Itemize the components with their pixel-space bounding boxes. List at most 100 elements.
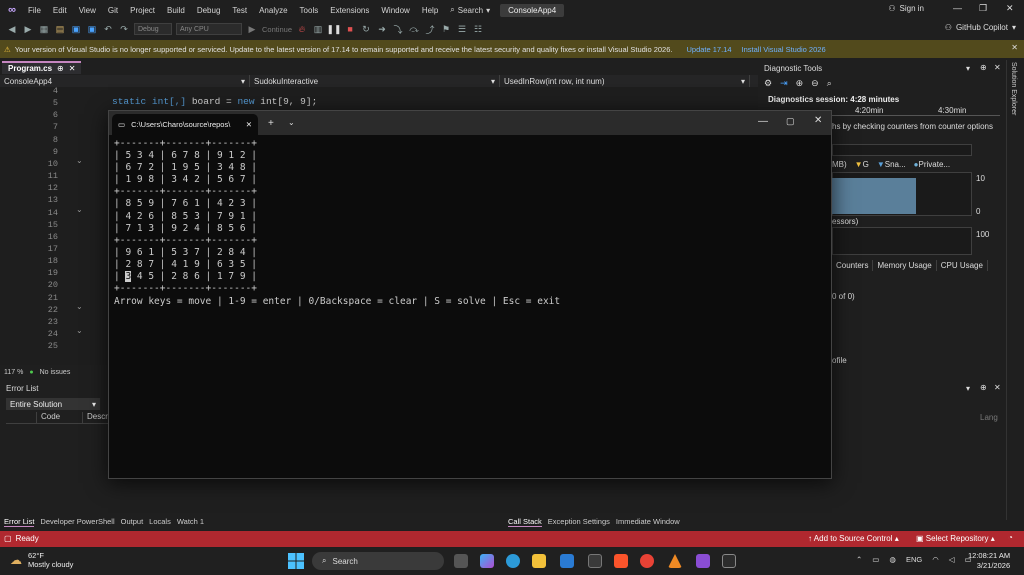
new-tab-icon[interactable]: + xyxy=(268,118,274,129)
close-icon[interactable]: ✕ xyxy=(814,115,822,126)
menu-extensions[interactable]: Extensions xyxy=(324,6,375,15)
forward-icon[interactable]: ▶ xyxy=(22,23,34,35)
tab-developer-powershell[interactable]: Developer PowerShell xyxy=(40,517,114,527)
uncomment-icon[interactable]: ☷ xyxy=(472,23,484,35)
export-icon[interactable]: ⇥ xyxy=(780,78,788,89)
column-code[interactable]: Code xyxy=(36,412,82,423)
terminal-icon[interactable] xyxy=(722,554,736,568)
tab-exception-settings[interactable]: Exception Settings xyxy=(548,517,610,527)
minimize-icon[interactable]: — xyxy=(758,116,768,127)
menu-debug[interactable]: Debug xyxy=(191,6,227,15)
browser-link-icon[interactable]: ▥ xyxy=(312,23,324,35)
pin-icon[interactable]: ⊕ xyxy=(980,383,987,392)
weather-widget[interactable]: ☁ 62°F Mostly cloudy xyxy=(10,551,73,569)
windows-start-icon[interactable] xyxy=(288,553,304,569)
menu-help[interactable]: Help xyxy=(416,6,444,15)
step-into-icon[interactable]: ⤵ xyxy=(392,23,404,35)
github-copilot-button[interactable]: ⚇ GitHub Copilot ▾ xyxy=(945,23,1016,32)
hot-reload-icon[interactable]: 🔥︎ xyxy=(296,23,308,35)
close-icon[interactable]: ✕ xyxy=(1006,3,1014,14)
chevron-down-icon[interactable]: ⌄ xyxy=(288,118,295,127)
class-dropdown[interactable]: SudokuInteractive ▾ xyxy=(250,75,500,87)
collapse-icon[interactable]: ⌄ xyxy=(76,326,83,335)
visual-studio-icon[interactable] xyxy=(696,554,710,568)
menu-project[interactable]: Project xyxy=(124,6,161,15)
close-icon[interactable]: ✕ xyxy=(69,64,76,73)
tab-error-list[interactable]: Error List xyxy=(4,517,35,527)
volume-icon[interactable]: ◁ xyxy=(949,555,955,564)
language-indicator[interactable]: ENG xyxy=(906,555,922,564)
notification-bell-icon[interactable]: ◔ xyxy=(1008,533,1013,542)
pin-icon[interactable]: ⊕ xyxy=(980,63,987,72)
save-icon[interactable]: ▣ xyxy=(70,23,82,35)
new-project-icon[interactable]: ▦ xyxy=(38,23,50,35)
undo-icon[interactable]: ↶ xyxy=(102,23,114,35)
menu-edit[interactable]: Edit xyxy=(47,6,73,15)
zoom-in-icon[interactable]: ⊕ xyxy=(796,78,804,89)
copilot-app-icon[interactable] xyxy=(480,554,494,568)
sudoku-board[interactable]: +-------+-------+-------+ | 5 3 4 | 6 7 8… xyxy=(114,138,257,295)
back-icon[interactable]: ◀ xyxy=(6,23,18,35)
menu-file[interactable]: File xyxy=(22,6,47,15)
save-all-icon[interactable]: ▣ xyxy=(86,23,98,35)
step-out-icon[interactable]: ⤴ xyxy=(424,23,436,35)
task-view-icon[interactable] xyxy=(454,554,468,568)
store-icon[interactable] xyxy=(588,554,602,568)
show-next-statement-icon[interactable]: ➜ xyxy=(376,23,388,35)
menu-git[interactable]: Git xyxy=(102,6,124,15)
brave-icon[interactable] xyxy=(614,554,628,568)
collapse-icon[interactable]: ⌄ xyxy=(76,302,83,311)
search-box[interactable]: ⌕ Search ▾ xyxy=(444,5,496,15)
chevron-up-icon[interactable]: ⌃ xyxy=(856,555,862,564)
menu-analyze[interactable]: Analyze xyxy=(253,6,293,15)
bookmark-icon[interactable]: ⚑ xyxy=(440,23,452,35)
configuration-select[interactable]: Debug xyxy=(134,23,172,35)
select-repository-button[interactable]: ▣ Select Repository ▴ xyxy=(916,534,995,543)
comment-icon[interactable]: ☰ xyxy=(456,23,468,35)
menu-view[interactable]: View xyxy=(73,6,102,15)
zoom-out-icon[interactable]: ⊖ xyxy=(811,78,819,89)
settings-icon[interactable]: ⚙ xyxy=(764,78,772,89)
tab-counters[interactable]: Counters xyxy=(832,260,874,271)
install-link[interactable]: Install Visual Studio 2026 xyxy=(742,45,826,54)
update-link[interactable]: Update 17.14 xyxy=(686,45,731,54)
menu-test[interactable]: Test xyxy=(226,6,253,15)
close-icon[interactable]: ✕ xyxy=(1011,43,1018,52)
project-dropdown[interactable]: ConsoleApp4 ▾ xyxy=(0,75,250,87)
tab-cpu-usage[interactable]: CPU Usage xyxy=(937,260,988,271)
clock[interactable]: 12:08:21 AM 3/21/2026 xyxy=(968,551,1010,571)
tray-app-icon[interactable]: ◍ xyxy=(889,555,896,564)
solution-explorer-rail[interactable] xyxy=(1006,60,1024,520)
restore-icon[interactable]: ❐ xyxy=(979,3,987,14)
file-explorer-icon[interactable] xyxy=(532,554,546,568)
edge-icon[interactable] xyxy=(506,554,520,568)
stop-icon[interactable]: ■ xyxy=(344,23,356,35)
collapse-icon[interactable]: ⌄ xyxy=(76,156,83,165)
menu-build[interactable]: Build xyxy=(161,6,191,15)
taskbar-search[interactable]: ⌕ Search xyxy=(312,552,444,570)
solution-explorer-label[interactable]: Solution Explorer xyxy=(1010,62,1017,115)
file-tab-program-cs[interactable]: Program.cs ⊕ ✕ xyxy=(2,61,82,74)
platform-select[interactable]: Any CPU xyxy=(176,23,242,35)
tab-memory-usage[interactable]: Memory Usage xyxy=(873,260,937,271)
reset-zoom-icon[interactable]: ⌕ xyxy=(827,78,832,89)
continue-button[interactable]: Continue xyxy=(262,25,292,34)
maximize-icon[interactable]: ▢ xyxy=(786,116,795,127)
zoom-level[interactable]: 117 % xyxy=(4,369,23,376)
visual-studio-logo-icon[interactable]: ∞ xyxy=(2,0,22,20)
close-icon[interactable]: ✕ xyxy=(994,383,1001,392)
continue-icon[interactable]: ▶ xyxy=(246,23,258,35)
close-icon[interactable]: ✕ xyxy=(246,120,252,129)
collapse-icon[interactable]: ⌄ xyxy=(76,205,83,214)
open-icon[interactable]: ▤ xyxy=(54,23,66,35)
tab-call-stack[interactable]: Call Stack xyxy=(508,517,542,527)
add-to-source-control-button[interactable]: ↑ Add to Source Control ▴ xyxy=(808,534,899,543)
tray-app-icon[interactable]: ▭ xyxy=(872,555,879,564)
tab-locals[interactable]: Locals xyxy=(149,517,171,527)
terminal-tab[interactable]: ▭ C:\Users\Charo\source\repos\ ✕ xyxy=(112,114,258,135)
tab-output[interactable]: Output xyxy=(121,517,144,527)
chrome-icon[interactable] xyxy=(640,554,654,568)
minimize-icon[interactable]: — xyxy=(953,3,962,13)
redo-icon[interactable]: ↷ xyxy=(118,23,130,35)
tab-immediate-window[interactable]: Immediate Window xyxy=(616,517,680,527)
